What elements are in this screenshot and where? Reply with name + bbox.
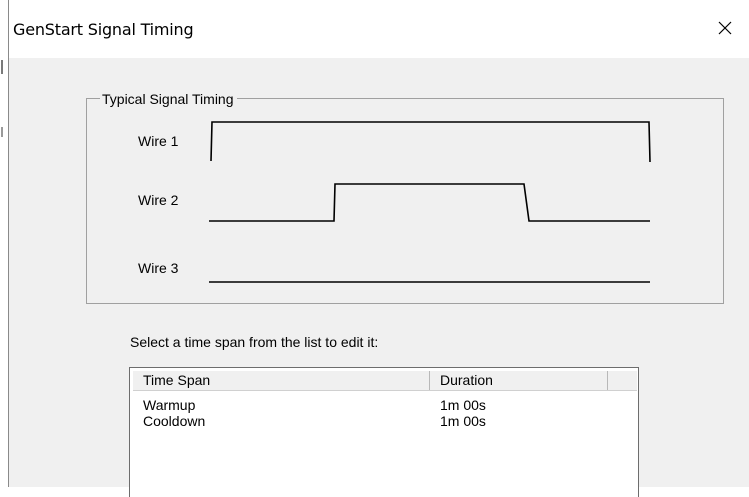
groupbox-label: Typical Signal Timing	[100, 91, 237, 107]
list-item-duration: 1m 00s	[440, 413, 486, 429]
window-title: GenStart Signal Timing	[13, 20, 194, 39]
list-item-span: Cooldown	[143, 413, 206, 429]
list-item-duration: 1m 00s	[440, 397, 486, 413]
list-item[interactable]: Cooldown 1m 00s	[133, 413, 637, 429]
time-span-list[interactable]: Time Span Duration Warmup 1m 00s Cooldow…	[129, 367, 639, 497]
column-header-time-span[interactable]: Time Span	[133, 371, 430, 390]
close-button[interactable]	[705, 8, 745, 48]
list-instruction: Select a time span from the list to edit…	[130, 334, 379, 350]
signal-timing-dialog: GenStart Signal Timing Typical Signal Ti…	[8, 0, 749, 497]
column-header-filler	[608, 371, 637, 390]
list-item[interactable]: Warmup 1m 00s	[133, 397, 637, 413]
close-icon	[718, 21, 732, 35]
list-item-span: Warmup	[143, 397, 196, 413]
signal-timing-groupbox	[86, 98, 724, 304]
wire-1-label: Wire 1	[138, 133, 179, 149]
background-window-marker	[1, 60, 3, 74]
wire-2-label: Wire 2	[138, 192, 179, 208]
title-bar[interactable]: GenStart Signal Timing	[9, 0, 749, 58]
list-header: Time Span Duration	[133, 371, 637, 391]
background-window-edge	[0, 0, 8, 487]
background-window-marker	[1, 127, 3, 137]
wire-3-label: Wire 3	[138, 260, 179, 276]
column-header-duration[interactable]: Duration	[430, 371, 608, 390]
